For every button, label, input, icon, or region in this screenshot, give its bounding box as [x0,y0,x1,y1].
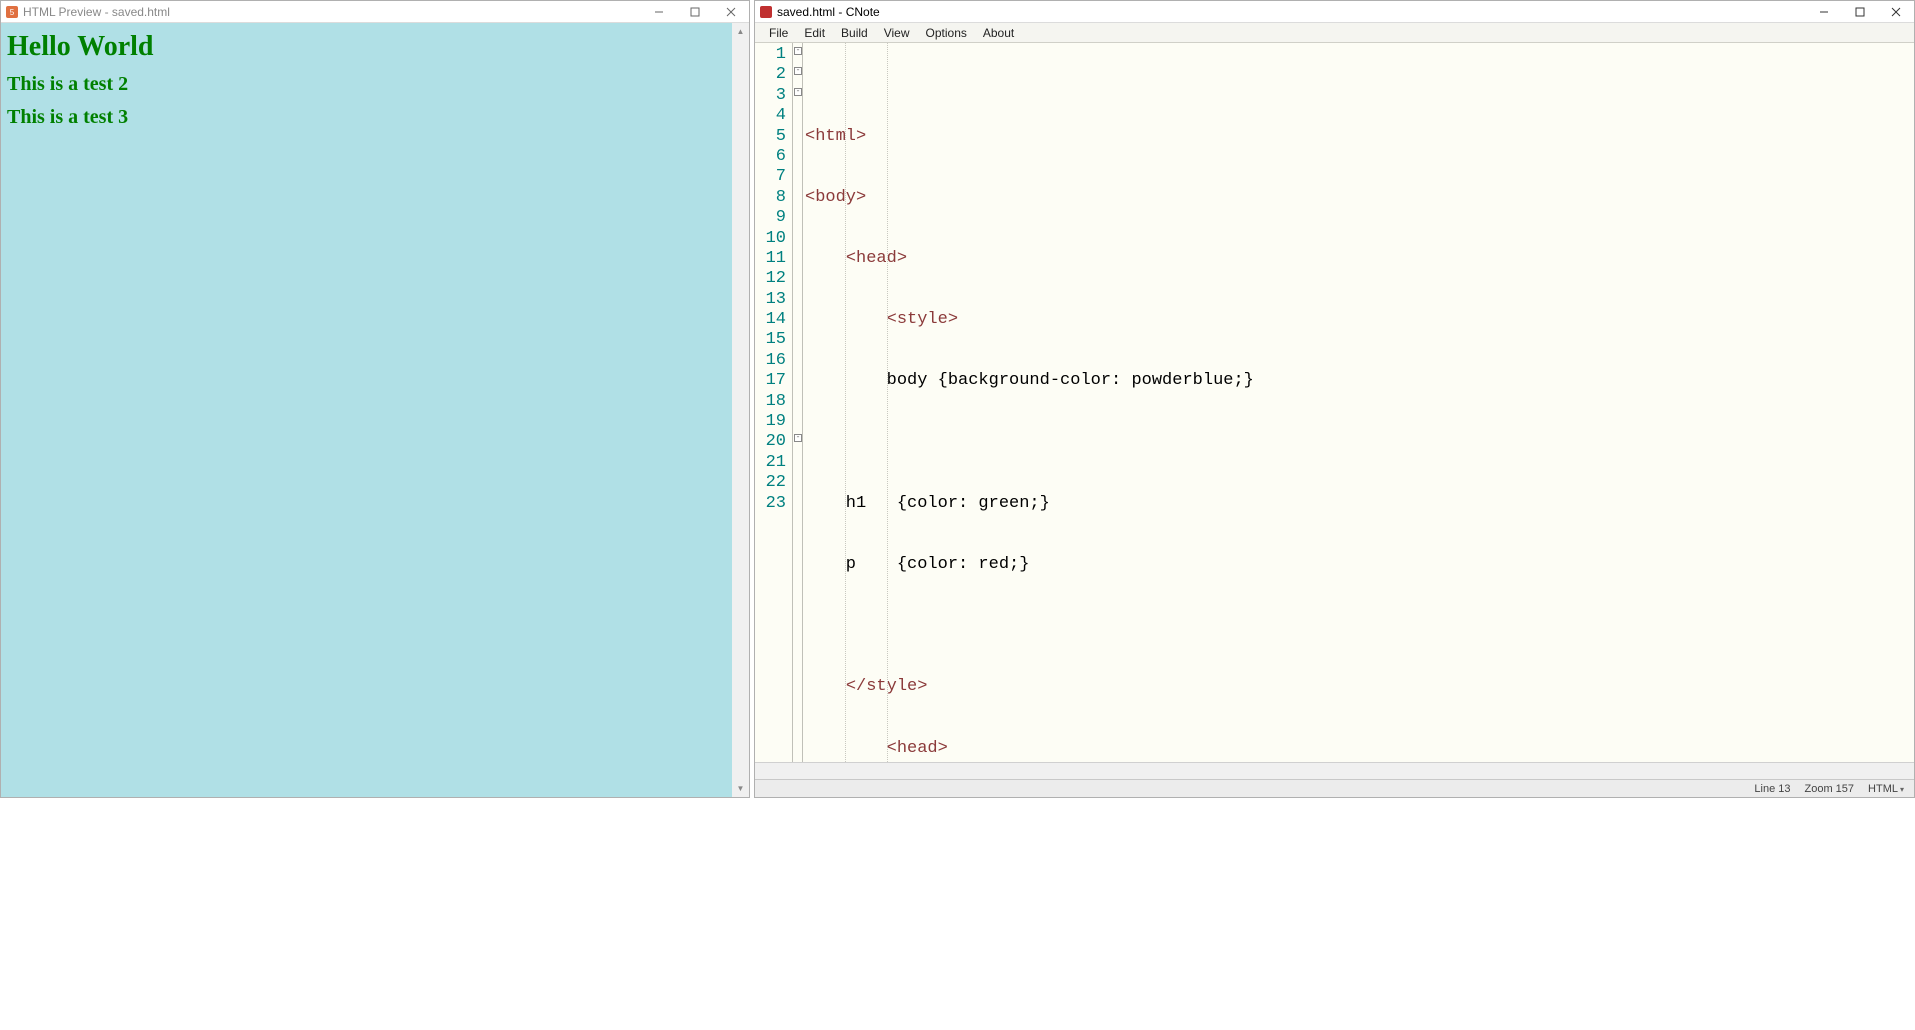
code-line: <head> [805,739,1914,759]
editor-horizontal-scrollbar[interactable] [755,762,1914,779]
line-number: 22 [755,473,786,493]
status-language[interactable]: HTML [1864,783,1908,795]
editor-window-controls [1806,1,1914,22]
close-button[interactable] [713,1,749,22]
line-number: 9 [755,208,786,228]
preview-title: HTML Preview - saved.html [23,5,641,19]
line-number: 15 [755,330,786,350]
fold-column[interactable]: - - - - [793,43,803,762]
code-content[interactable]: <html> <body> <head> <style> body {backg… [803,43,1914,762]
line-number-gutter: 1 2 3 4 5 6 7 8 9 10 11 12 13 14 15 16 1… [755,43,793,762]
line-number: 2 [755,65,786,85]
code-line: </style> [805,677,1914,697]
preview-scrollbar[interactable]: ▲ ▼ [732,23,749,797]
line-number: 23 [755,494,786,514]
preview-app-icon: 5 [5,5,19,19]
code-line: <style> [805,310,1914,330]
menu-build[interactable]: Build [833,24,876,42]
preview-body: Hello World This is a test 2 This is a t… [1,23,749,797]
editor-window: saved.html - CNote File Edit Build View … [754,0,1915,798]
line-number: 6 [755,147,786,167]
maximize-button[interactable] [677,1,713,22]
line-number: 16 [755,351,786,371]
preview-heading-2a: This is a test 2 [7,73,743,96]
fold-marker-icon[interactable]: - [794,47,802,55]
line-number: 11 [755,249,786,269]
preview-window-controls [641,1,749,22]
line-number: 14 [755,310,786,330]
fold-marker-icon[interactable]: - [794,434,802,442]
status-line: Line 13 [1750,783,1794,795]
menu-options[interactable]: Options [918,24,975,42]
editor-app-icon [759,5,773,19]
menu-file[interactable]: File [761,24,796,42]
menu-about[interactable]: About [975,24,1022,42]
line-number: 4 [755,106,786,126]
code-line: h1 {color: green;} [805,494,1914,514]
minimize-button[interactable] [641,1,677,22]
line-number: 17 [755,371,786,391]
editor-titlebar[interactable]: saved.html - CNote [755,1,1914,23]
line-number: 7 [755,167,786,187]
code-line: <body> [805,188,1914,208]
minimize-button[interactable] [1806,1,1842,22]
line-number: 10 [755,229,786,249]
line-number: 8 [755,188,786,208]
line-number: 21 [755,453,786,473]
line-number: 13 [755,290,786,310]
code-line: <html> [805,127,1914,147]
line-number: 19 [755,412,786,432]
scroll-down-icon[interactable]: ▼ [732,780,749,797]
code-line: body {background-color: powderblue;} [805,371,1914,391]
line-number: 1 [755,45,786,65]
preview-titlebar[interactable]: 5 HTML Preview - saved.html [1,1,749,23]
line-number: 5 [755,127,786,147]
fold-marker-icon[interactable]: - [794,67,802,75]
code-line: <head> [805,249,1914,269]
svg-text:5: 5 [10,8,15,17]
status-zoom: Zoom 157 [1801,783,1859,795]
code-line [805,616,1914,636]
line-number: 12 [755,269,786,289]
editor-statusbar: Line 13 Zoom 157 HTML [755,779,1914,797]
line-number: 20 [755,432,786,452]
editor-menubar: File Edit Build View Options About [755,23,1914,43]
menu-edit[interactable]: Edit [796,24,833,42]
maximize-button[interactable] [1842,1,1878,22]
editor-area[interactable]: 1 2 3 4 5 6 7 8 9 10 11 12 13 14 15 16 1… [755,43,1914,762]
code-line: p {color: red;} [805,555,1914,575]
fold-marker-icon[interactable]: - [794,88,802,96]
line-number: 18 [755,392,786,412]
preview-window: 5 HTML Preview - saved.html Hello World … [0,0,750,798]
scroll-up-icon[interactable]: ▲ [732,23,749,40]
code-line [805,433,1914,453]
menu-view[interactable]: View [876,24,918,42]
preview-heading-1: Hello World [7,31,743,63]
line-number: 3 [755,86,786,106]
editor-title: saved.html - CNote [777,5,1806,19]
preview-heading-2b: This is a test 3 [7,106,743,129]
close-button[interactable] [1878,1,1914,22]
